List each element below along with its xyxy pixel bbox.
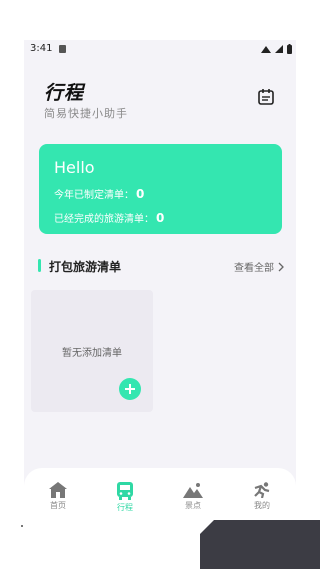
notification-icon [59,45,66,53]
tab-home[interactable]: 首页 [38,482,78,511]
page-title: 行程 [44,82,85,104]
summary-card: Hello 今年已制定清单： 0 已经完成的旅游清单： 0 [39,144,282,234]
tab-attractions-label: 景点 [185,501,201,510]
section-header: 打包旅游清单 查看全部 [38,258,284,276]
lists-done-row: 已经完成的旅游清单： 0 [54,210,164,225]
lists-made-row: 今年已制定清单： 0 [54,186,144,201]
home-icon [49,482,67,498]
tab-home-label: 首页 [50,501,66,510]
lists-made-label: 今年已制定清单： [54,190,134,201]
tab-itinerary[interactable]: 行程 [105,482,145,513]
see-all-link[interactable]: 查看全部 [234,259,284,274]
wifi-icon [275,45,283,53]
page-subtitle: 简易快捷小助手 [44,107,128,120]
chevron-right-icon [278,262,284,271]
lists-made-count: 0 [136,187,145,201]
battery-icon [287,44,292,54]
plus-icon [125,384,135,394]
section-accent-bar [38,259,41,272]
bus-icon [117,482,133,500]
tab-profile[interactable]: 我的 [242,482,282,511]
section-title: 打包旅游清单 [49,260,122,274]
stray-dot [21,525,23,527]
runner-icon [254,482,270,498]
status-time: 3:41 [30,43,53,54]
add-list-button[interactable] [119,378,141,400]
calendar-icon[interactable] [257,88,275,106]
corner-overlay [200,520,320,569]
signal-icon [261,46,271,53]
mountain-icon [183,483,203,498]
tab-attractions[interactable]: 景点 [173,482,213,511]
tab-profile-label: 我的 [254,501,270,510]
greeting: Hello [54,158,95,177]
see-all-label: 查看全部 [234,263,274,274]
status-icons [261,44,292,54]
app-screen: 3:41 行程 简易快捷小助手 Hello 今年已制定清单： 0 已经完成的旅游清… [24,40,296,569]
empty-list-text: 暂无添加清单 [62,348,122,359]
empty-list-card: 暂无添加清单 [31,290,153,412]
tab-itinerary-label: 行程 [117,503,133,512]
status-bar: 3:41 [24,40,296,60]
lists-done-count: 0 [156,211,165,225]
lists-done-label: 已经完成的旅游清单： [54,214,154,225]
